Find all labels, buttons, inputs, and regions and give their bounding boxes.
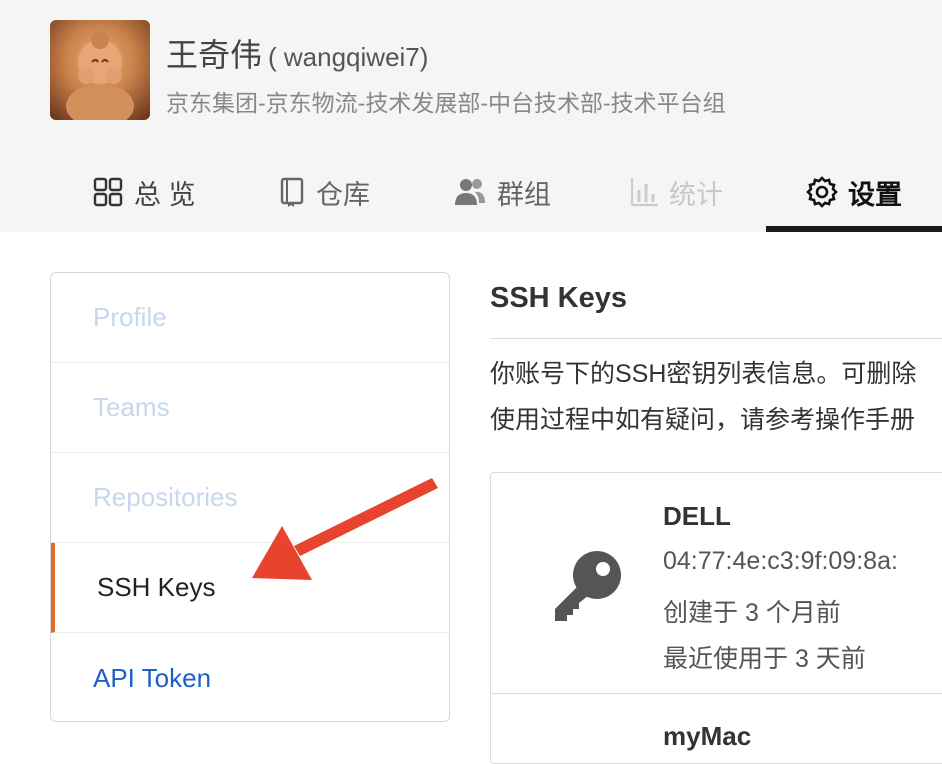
avatar[interactable] (50, 20, 150, 120)
sidebar-item-label: API Token (93, 662, 212, 693)
ssh-key-fingerprint: 04:77:4e:c3:9f:09:8a: (663, 547, 898, 575)
tab-statistics[interactable]: 统计 (629, 170, 723, 214)
sidebar-item-label: SSH Keys (97, 572, 216, 602)
bar-chart-icon (630, 178, 658, 207)
grid-icon (93, 177, 123, 207)
sidebar-item-repositories[interactable]: Repositories (51, 453, 449, 543)
tab-groups-label: 群组 (497, 179, 551, 210)
tab-overview[interactable]: 总 览 (92, 170, 196, 214)
key-divider (491, 693, 942, 694)
ssh-key-list: DELL 04:77:4e:c3:9f:09:8a: 创建于 3 个月前 最近使… (490, 472, 942, 764)
avatar-figure-icon (66, 31, 134, 120)
ssh-key-created: 创建于 3 个月前 (663, 599, 841, 627)
user-name: 王奇伟( wangqiwei7) (166, 30, 428, 76)
page-title: SSH Keys (490, 282, 628, 314)
sidebar-item-ssh-keys[interactable]: SSH Keys (51, 543, 449, 633)
people-icon (455, 179, 485, 205)
sidebar-item-api-token[interactable]: API Token (51, 633, 449, 721)
tab-settings-label: 设置 (848, 179, 902, 210)
active-tab-indicator (766, 226, 942, 232)
settings-sidebar: Profile Teams Repositories SSH Keys API … (50, 272, 450, 722)
title-divider (490, 338, 942, 339)
book-icon (280, 177, 304, 207)
sidebar-item-label: Teams (93, 392, 170, 422)
tab-groups[interactable]: 群组 (453, 170, 551, 214)
profile-header: 王奇伟( wangqiwei7) 京东集团-京东物流-技术发展部-中台技术部-技… (0, 0, 942, 232)
tab-repositories-label: 仓库 (316, 179, 370, 210)
sidebar-item-label: Profile (93, 302, 167, 332)
user-handle: ( wangqiwei7) (268, 42, 429, 72)
sidebar-item-label: Repositories (93, 482, 238, 512)
tab-statistics-label: 统计 (669, 179, 723, 210)
user-display-name: 王奇伟 (166, 37, 263, 73)
tab-settings[interactable]: 设置 (806, 170, 902, 214)
sidebar-item-profile[interactable]: Profile (51, 273, 449, 363)
ssh-key-name: DELL (663, 501, 731, 531)
description-line-1: 你账号下的SSH密钥列表信息。可删除 (490, 360, 917, 388)
tab-overview-label: 总 览 (134, 179, 196, 210)
sidebar-item-teams[interactable]: Teams (51, 363, 449, 453)
key-icon (549, 547, 627, 628)
ssh-key-last-used: 最近使用于 3 天前 (663, 645, 866, 673)
user-organization: 京东集团-京东物流-技术发展部-中台技术部-技术平台组 (166, 90, 726, 116)
tab-repositories[interactable]: 仓库 (278, 170, 370, 214)
gear-icon (806, 176, 838, 208)
description-line-2: 使用过程中如有疑问，请参考操作手册 (490, 406, 916, 434)
ssh-key-name: myMac (663, 721, 752, 751)
